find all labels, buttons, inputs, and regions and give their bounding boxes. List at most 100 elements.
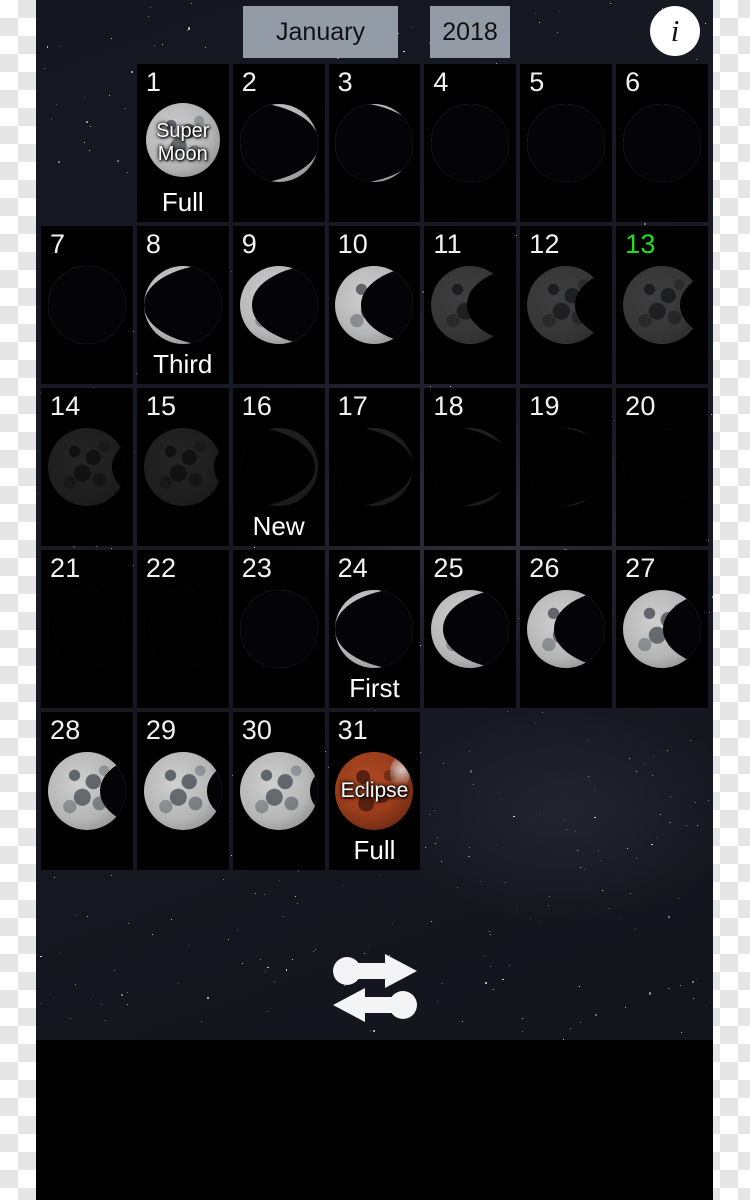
calendar-day-number: 22: [145, 553, 177, 583]
moon-phase-graphic: [431, 590, 510, 668]
moon-phase-graphic: [239, 590, 318, 668]
calendar-day-cell[interactable]: 28: [41, 712, 133, 870]
calendar-day-cell[interactable]: 15: [136, 388, 229, 546]
calendar-day-cell[interactable]: 18: [424, 388, 517, 546]
calendar-day-cell[interactable]: 16 New: [232, 388, 325, 546]
moon-shadow: [554, 590, 606, 668]
moon-disc: [239, 428, 318, 506]
calendar-day-cell[interactable]: 1 Super Moon Full: [136, 64, 229, 222]
calendar-day-cell[interactable]: 29: [136, 712, 229, 870]
moon-shadow: [527, 428, 606, 506]
calendar-day-cell[interactable]: 8 Third: [136, 226, 229, 384]
eclipse-highlight: [390, 756, 411, 788]
moon-phase-graphic: [335, 590, 414, 668]
calendar-cell-empty: [520, 712, 612, 870]
info-icon: i: [670, 12, 680, 48]
moon-shadow: [47, 590, 126, 668]
month-selector-button[interactable]: January: [243, 6, 398, 58]
calendar-day-number: 25: [433, 553, 464, 583]
moon-disc: [143, 590, 222, 668]
swap-arrows-icon: [332, 954, 417, 1022]
moon-disc: [143, 266, 222, 344]
calendar-day-number: 5: [529, 67, 545, 97]
calendar-day-cell[interactable]: 17: [328, 388, 421, 546]
swap-view-button[interactable]: [325, 948, 425, 1028]
moon-phase-label: Full: [353, 835, 396, 865]
moon-phase-graphic: [623, 590, 702, 668]
calendar-day-cell[interactable]: 22: [136, 550, 229, 708]
calendar-day-cell[interactable]: 25: [424, 550, 517, 708]
calendar-day-cell[interactable]: 9: [232, 226, 325, 384]
calendar-day-cell[interactable]: 20: [616, 388, 708, 546]
calendar-day-cell[interactable]: 10: [328, 226, 421, 384]
moon-disc: [335, 104, 414, 182]
calendar-day-cell[interactable]: 6: [616, 64, 708, 222]
moon-shadow: [239, 428, 315, 506]
android-navigation-bar: [36, 1040, 713, 1200]
moon-phase-graphic: [145, 102, 220, 177]
moon-shadow: [239, 104, 318, 182]
calendar-day-cell[interactable]: 30: [232, 712, 325, 870]
calendar-day-cell[interactable]: 12: [520, 226, 613, 384]
moon-phase-graphic: [47, 266, 126, 344]
calendar-day-number: 16: [241, 391, 273, 421]
moon-shadow: [431, 104, 510, 182]
moon-shadow: [623, 428, 702, 506]
calendar-grid: 1 Super Moon Full 2 3 4 5 6 7 8 Third 9 10 11 12 13 14 15 1…: [41, 64, 708, 870]
calendar-day-number: 20: [625, 391, 656, 421]
moon-shadow: [239, 590, 318, 668]
moon-phase-graphic: [623, 428, 702, 506]
moon-disc: [623, 590, 702, 668]
calendar-day-cell[interactable]: 14: [41, 388, 133, 546]
calendar-day-cell[interactable]: 24 First: [328, 550, 421, 708]
moon-disc: [527, 104, 606, 182]
moon-disc: [431, 590, 510, 668]
calendar-day-cell[interactable]: 27: [616, 550, 708, 708]
moon-disc: [145, 102, 220, 177]
moon-phase-graphic: [527, 266, 606, 344]
calendar-day-cell[interactable]: 31 Eclipse Full: [328, 712, 421, 870]
calendar-day-number: 31: [337, 715, 368, 745]
calendar-day-cell[interactable]: 2: [232, 64, 325, 222]
moon-phase-graphic: [623, 266, 702, 344]
moon-phase-graphic: [239, 428, 318, 506]
calendar-cell-empty: [616, 712, 708, 870]
calendar-day-cell[interactable]: 5: [520, 64, 613, 222]
moon-phase-label: New: [252, 511, 305, 541]
calendar-day-cell[interactable]: 26: [520, 550, 613, 708]
moon-disc: [47, 428, 126, 506]
moon-disc: [239, 104, 318, 182]
calendar-day-number: 7: [50, 229, 66, 259]
calendar-day-cell[interactable]: 23: [232, 550, 325, 708]
calendar-day-number: 6: [625, 67, 641, 97]
moon-shadow: [206, 752, 222, 830]
calendar-day-number: 10: [337, 229, 368, 259]
calendar-day-cell[interactable]: 7: [41, 226, 133, 384]
calendar-day-number: 23: [241, 553, 273, 583]
moon-disc: [47, 590, 126, 668]
moon-disc: [47, 752, 126, 830]
moon-phase-graphic: [143, 428, 222, 506]
calendar-day-number: 17: [337, 391, 368, 421]
moon-shadow: [679, 266, 702, 344]
year-selector-button[interactable]: 2018: [430, 6, 510, 58]
calendar-day-cell[interactable]: 13: [616, 226, 708, 384]
calendar-day-cell[interactable]: 19: [520, 388, 613, 546]
phone-screen: January 2018 i 1 Super Moon Full 2 3 4 5 6 7 8 Thir…: [36, 0, 713, 1200]
calendar-day-cell[interactable]: 3: [328, 64, 421, 222]
moon-shadow: [663, 590, 702, 668]
calendar-day-number: 9: [241, 229, 257, 259]
moon-disc: [527, 266, 606, 344]
calendar-day-number: 8: [145, 229, 162, 259]
moon-disc: [335, 266, 414, 344]
moon-phase-graphic: [47, 590, 126, 668]
calendar-day-cell[interactable]: 21: [41, 550, 133, 708]
info-button[interactable]: i: [650, 6, 700, 56]
moon-disc: [239, 752, 318, 830]
moon-disc: [431, 428, 510, 506]
calendar-day-number: 19: [529, 391, 560, 421]
calendar-day-cell[interactable]: 4: [424, 64, 517, 222]
calendar-day-cell[interactable]: 11: [424, 226, 517, 384]
moon-shadow: [360, 266, 414, 344]
moon-phase-label: First: [349, 673, 400, 703]
